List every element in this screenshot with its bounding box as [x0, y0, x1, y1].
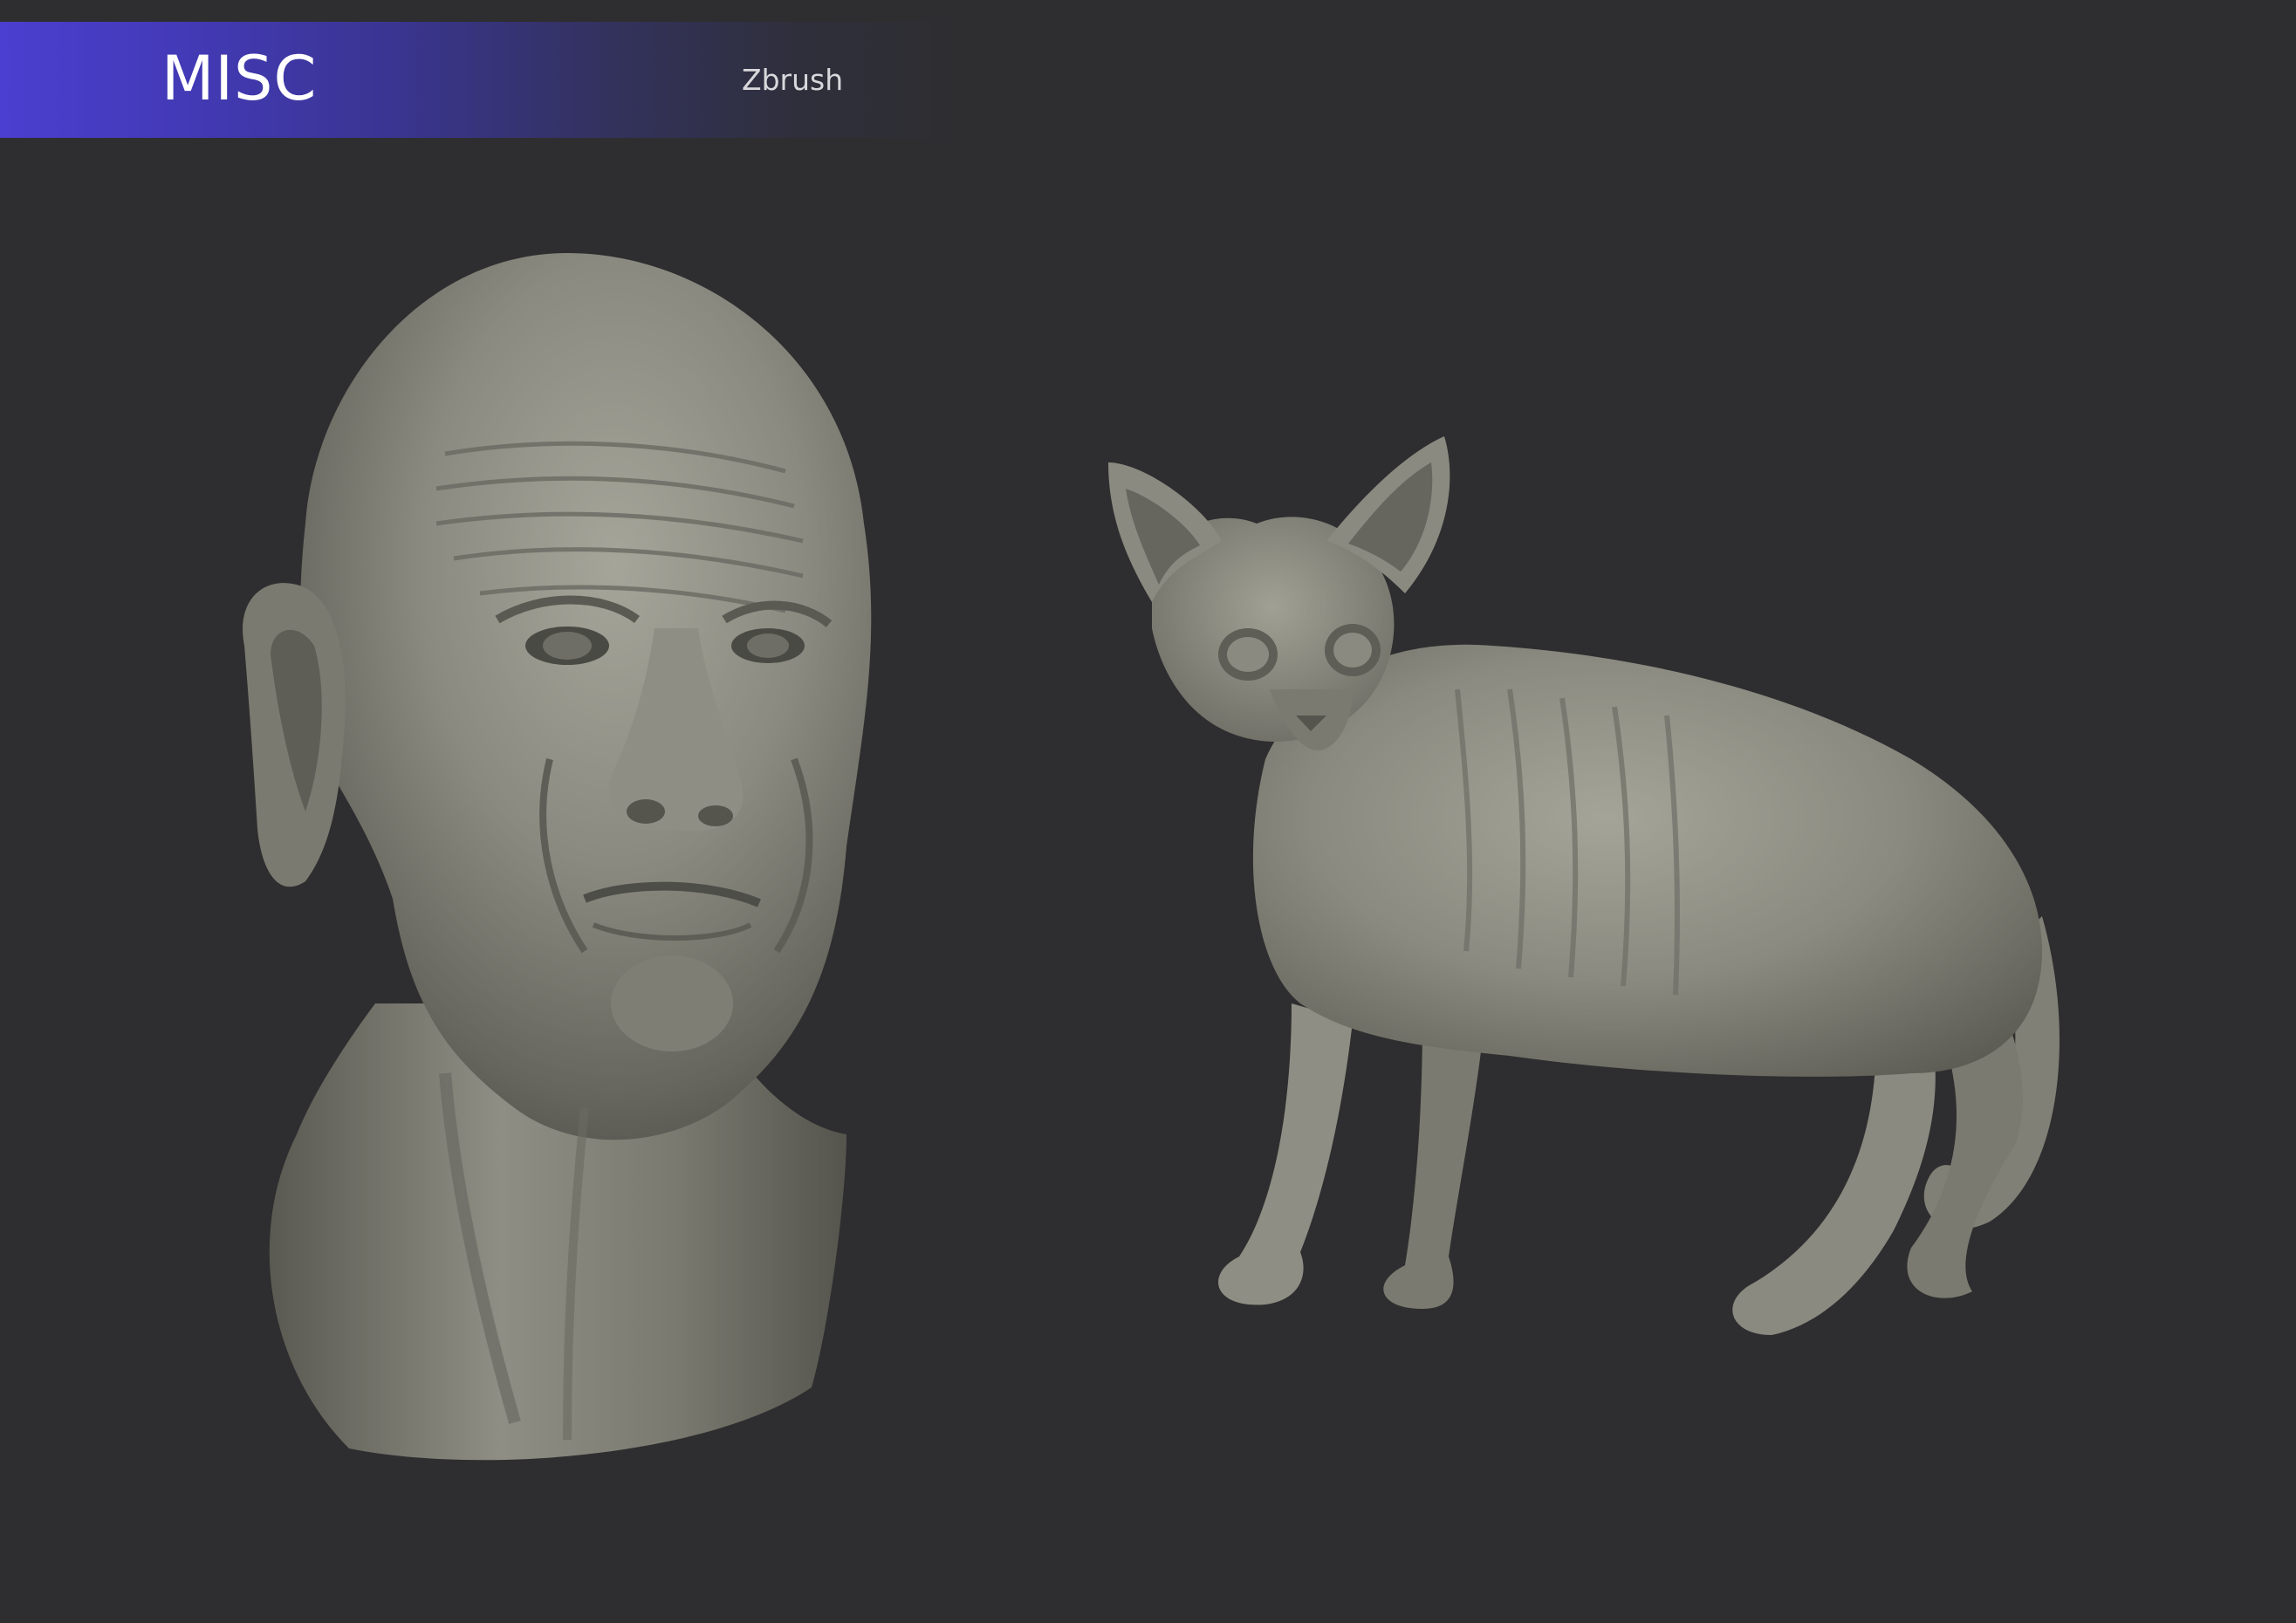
page-subtitle: Zbrush [742, 63, 844, 97]
portfolio-page: MISC Zbrush [0, 0, 2296, 1623]
sphynx-cat-sculpt-image [1108, 436, 2060, 1335]
page-title: MISC [161, 43, 318, 114]
old-man-head-sculpt-image [243, 253, 872, 1461]
